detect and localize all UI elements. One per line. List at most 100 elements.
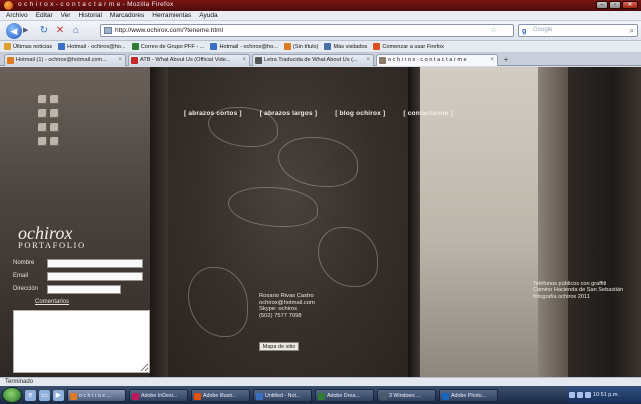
bookmark-item[interactable]: Últimas noticias — [4, 43, 52, 50]
task-app-icon — [132, 392, 139, 400]
address-label: Dirección — [13, 286, 39, 292]
close-button[interactable]: ✕ — [622, 1, 638, 9]
address-field[interactable] — [47, 284, 121, 294]
caption-line: fotografía ochirox 2011 — [533, 293, 590, 300]
taskbar-item[interactable]: Untitled - Not... — [253, 388, 312, 402]
bookmark-item[interactable]: Correo de Grupo PFF - ... — [131, 43, 204, 50]
browser-tab[interactable]: o c h i r o x - c o n t a c t a r m e × — [376, 54, 498, 66]
maximize-button[interactable]: ▫ — [609, 1, 621, 9]
bookmark-hotmail-icon — [58, 43, 66, 50]
bookmark-hotmail-icon — [210, 43, 218, 50]
task-app-icon — [194, 392, 201, 400]
task-app-icon — [318, 392, 325, 400]
nav-abrazos-largos-link[interactable]: [ abrazos largos ] — [260, 110, 317, 117]
menu-bar: Archivo Editar Ver Historial Marcadores … — [0, 11, 641, 21]
menu-archivo[interactable]: Archivo — [6, 12, 28, 19]
bookmark-star-icon[interactable]: ☆ — [490, 25, 497, 34]
nav-blog-link[interactable]: [ blog ochirox ] — [335, 110, 385, 117]
tab-close-icon[interactable]: × — [366, 55, 370, 66]
email-label: Email — [13, 273, 29, 279]
web-page: [ abrazos cortos ] [ abrazos largos ] [ … — [0, 67, 641, 377]
taskbar-item[interactable]: Adobe InDesi... — [129, 388, 188, 402]
tab-close-icon[interactable]: × — [490, 55, 494, 66]
task-app-icon — [256, 392, 263, 400]
bookmark-item[interactable]: Comenzar a usar Firefox — [373, 43, 444, 50]
taskbar-item[interactable]: Adobe Illustr... — [191, 388, 250, 402]
tab-favicon-icon — [7, 57, 14, 64]
bookmark-folder-icon — [324, 43, 332, 50]
menu-marcadores[interactable]: Marcadores — [110, 12, 144, 19]
bookmark-item[interactable]: Hotmail - ochirox@ho... — [58, 43, 126, 50]
tab-favicon-icon — [255, 57, 262, 64]
tray-security-icon[interactable] — [585, 392, 591, 398]
menu-historial[interactable]: Historial — [78, 12, 101, 19]
name-row: Nombre — [13, 258, 143, 268]
menu-ayuda[interactable]: Ayuda — [199, 12, 217, 19]
bookmark-page-icon — [283, 43, 291, 50]
tab-strip: Hotmail (1) - ochirox@hotmail.com... × AT… — [0, 53, 641, 66]
start-button[interactable] — [2, 387, 22, 403]
quicklaunch-media-icon[interactable]: ▶ — [53, 389, 64, 401]
taskbar-item[interactable]: o c h i r o x ... — [67, 388, 126, 402]
tab-close-icon[interactable]: × — [242, 55, 246, 66]
email-field[interactable] — [47, 271, 143, 281]
home-icon[interactable]: ⌂ — [70, 25, 82, 37]
name-field[interactable] — [47, 258, 143, 268]
bookmark-item[interactable]: Más visitados — [324, 43, 367, 50]
back-button[interactable]: ◀ — [6, 23, 22, 39]
browser-tab[interactable]: ATB - What About Us (Official Vide... × — [128, 54, 250, 66]
address-row: Dirección — [13, 284, 121, 294]
background-booth-side — [538, 67, 568, 377]
nav-contactarme-link[interactable]: [ contactarme ] — [403, 110, 453, 117]
name-label: Nombre — [13, 260, 35, 266]
quicklaunch-ie-icon[interactable]: e — [25, 389, 36, 401]
stop-icon[interactable]: ✕ — [54, 25, 66, 37]
address-url: http://www.ochirox.com/?teneme.html — [115, 27, 224, 34]
browser-tab[interactable]: Letra Traducida de What About Us (... × — [252, 54, 374, 66]
menu-editar[interactable]: Editar — [36, 12, 53, 19]
tab-favicon-icon — [379, 57, 386, 64]
window-title: o c h i r o x - c o n t a c t a r m e - … — [18, 1, 174, 8]
search-input[interactable]: g Google ⌕ — [518, 24, 638, 37]
taskbar-item[interactable]: Adobe Photo... — [439, 388, 498, 402]
message-field[interactable] — [13, 310, 150, 373]
menu-herramientas[interactable]: Herramientas — [152, 12, 191, 19]
search-icon[interactable]: ⌕ — [630, 25, 634, 36]
system-tray: 10:51 p.m. — [567, 387, 641, 403]
window-controls: – ▫ ✕ — [596, 1, 638, 9]
status-bar: Terminado — [0, 377, 641, 386]
site-map-button[interactable]: Mapa de sitio — [259, 342, 299, 351]
task-app-icon — [442, 392, 449, 400]
taskbar-item[interactable]: Adobe Drea... — [315, 388, 374, 402]
contact-name: Rosario Rivas Castro — [259, 293, 314, 299]
reload-icon[interactable]: ↻ — [38, 25, 50, 37]
task-app-icon — [380, 392, 387, 400]
minimize-button[interactable]: – — [596, 1, 608, 9]
site-navigation: [ abrazos cortos ] [ abrazos largos ] [ … — [184, 110, 453, 117]
bookmark-item[interactable]: Hotmail - ochirox@ho... — [210, 43, 278, 50]
bookmark-item[interactable]: (Sin título) — [283, 43, 318, 50]
bookmark-mail-icon — [131, 43, 139, 50]
page-favicon-icon — [104, 27, 112, 34]
tray-clock[interactable]: 10:51 p.m. — [593, 392, 619, 398]
nav-abrazos-cortos-link[interactable]: [ abrazos cortos ] — [184, 110, 242, 117]
bookmark-firefox-icon — [373, 43, 381, 50]
site-logo[interactable]: ochirox PORTAFOLIO — [18, 224, 86, 250]
address-bar[interactable]: http://www.ochirox.com/?teneme.html — [100, 24, 514, 37]
task-app-icon — [70, 392, 77, 400]
contact-email[interactable]: ochirox@hotmail.com — [259, 300, 315, 307]
navigation-toolbar: ◀ ▶ ↻ ✕ ⌂ http://www.ochirox.com/?teneme… — [0, 21, 641, 41]
tab-favicon-icon — [131, 57, 138, 64]
tray-volume-icon[interactable] — [577, 392, 583, 398]
taskbar-item[interactable]: 3 Windows ... — [377, 388, 436, 402]
caption-line: Camino Hacienda de San Sebastián — [533, 287, 624, 294]
browser-tab[interactable]: Hotmail (1) - ochirox@hotmail.com... × — [4, 54, 126, 66]
quicklaunch-desktop-icon[interactable]: ▭ — [39, 389, 50, 401]
google-icon: g — [522, 28, 527, 35]
new-tab-button[interactable]: + — [500, 54, 512, 65]
forward-button[interactable]: ▶ — [23, 26, 33, 36]
tab-close-icon[interactable]: × — [118, 55, 122, 66]
menu-ver[interactable]: Ver — [61, 12, 71, 19]
search-placeholder: Google — [533, 27, 553, 33]
tray-network-icon[interactable] — [569, 392, 575, 398]
